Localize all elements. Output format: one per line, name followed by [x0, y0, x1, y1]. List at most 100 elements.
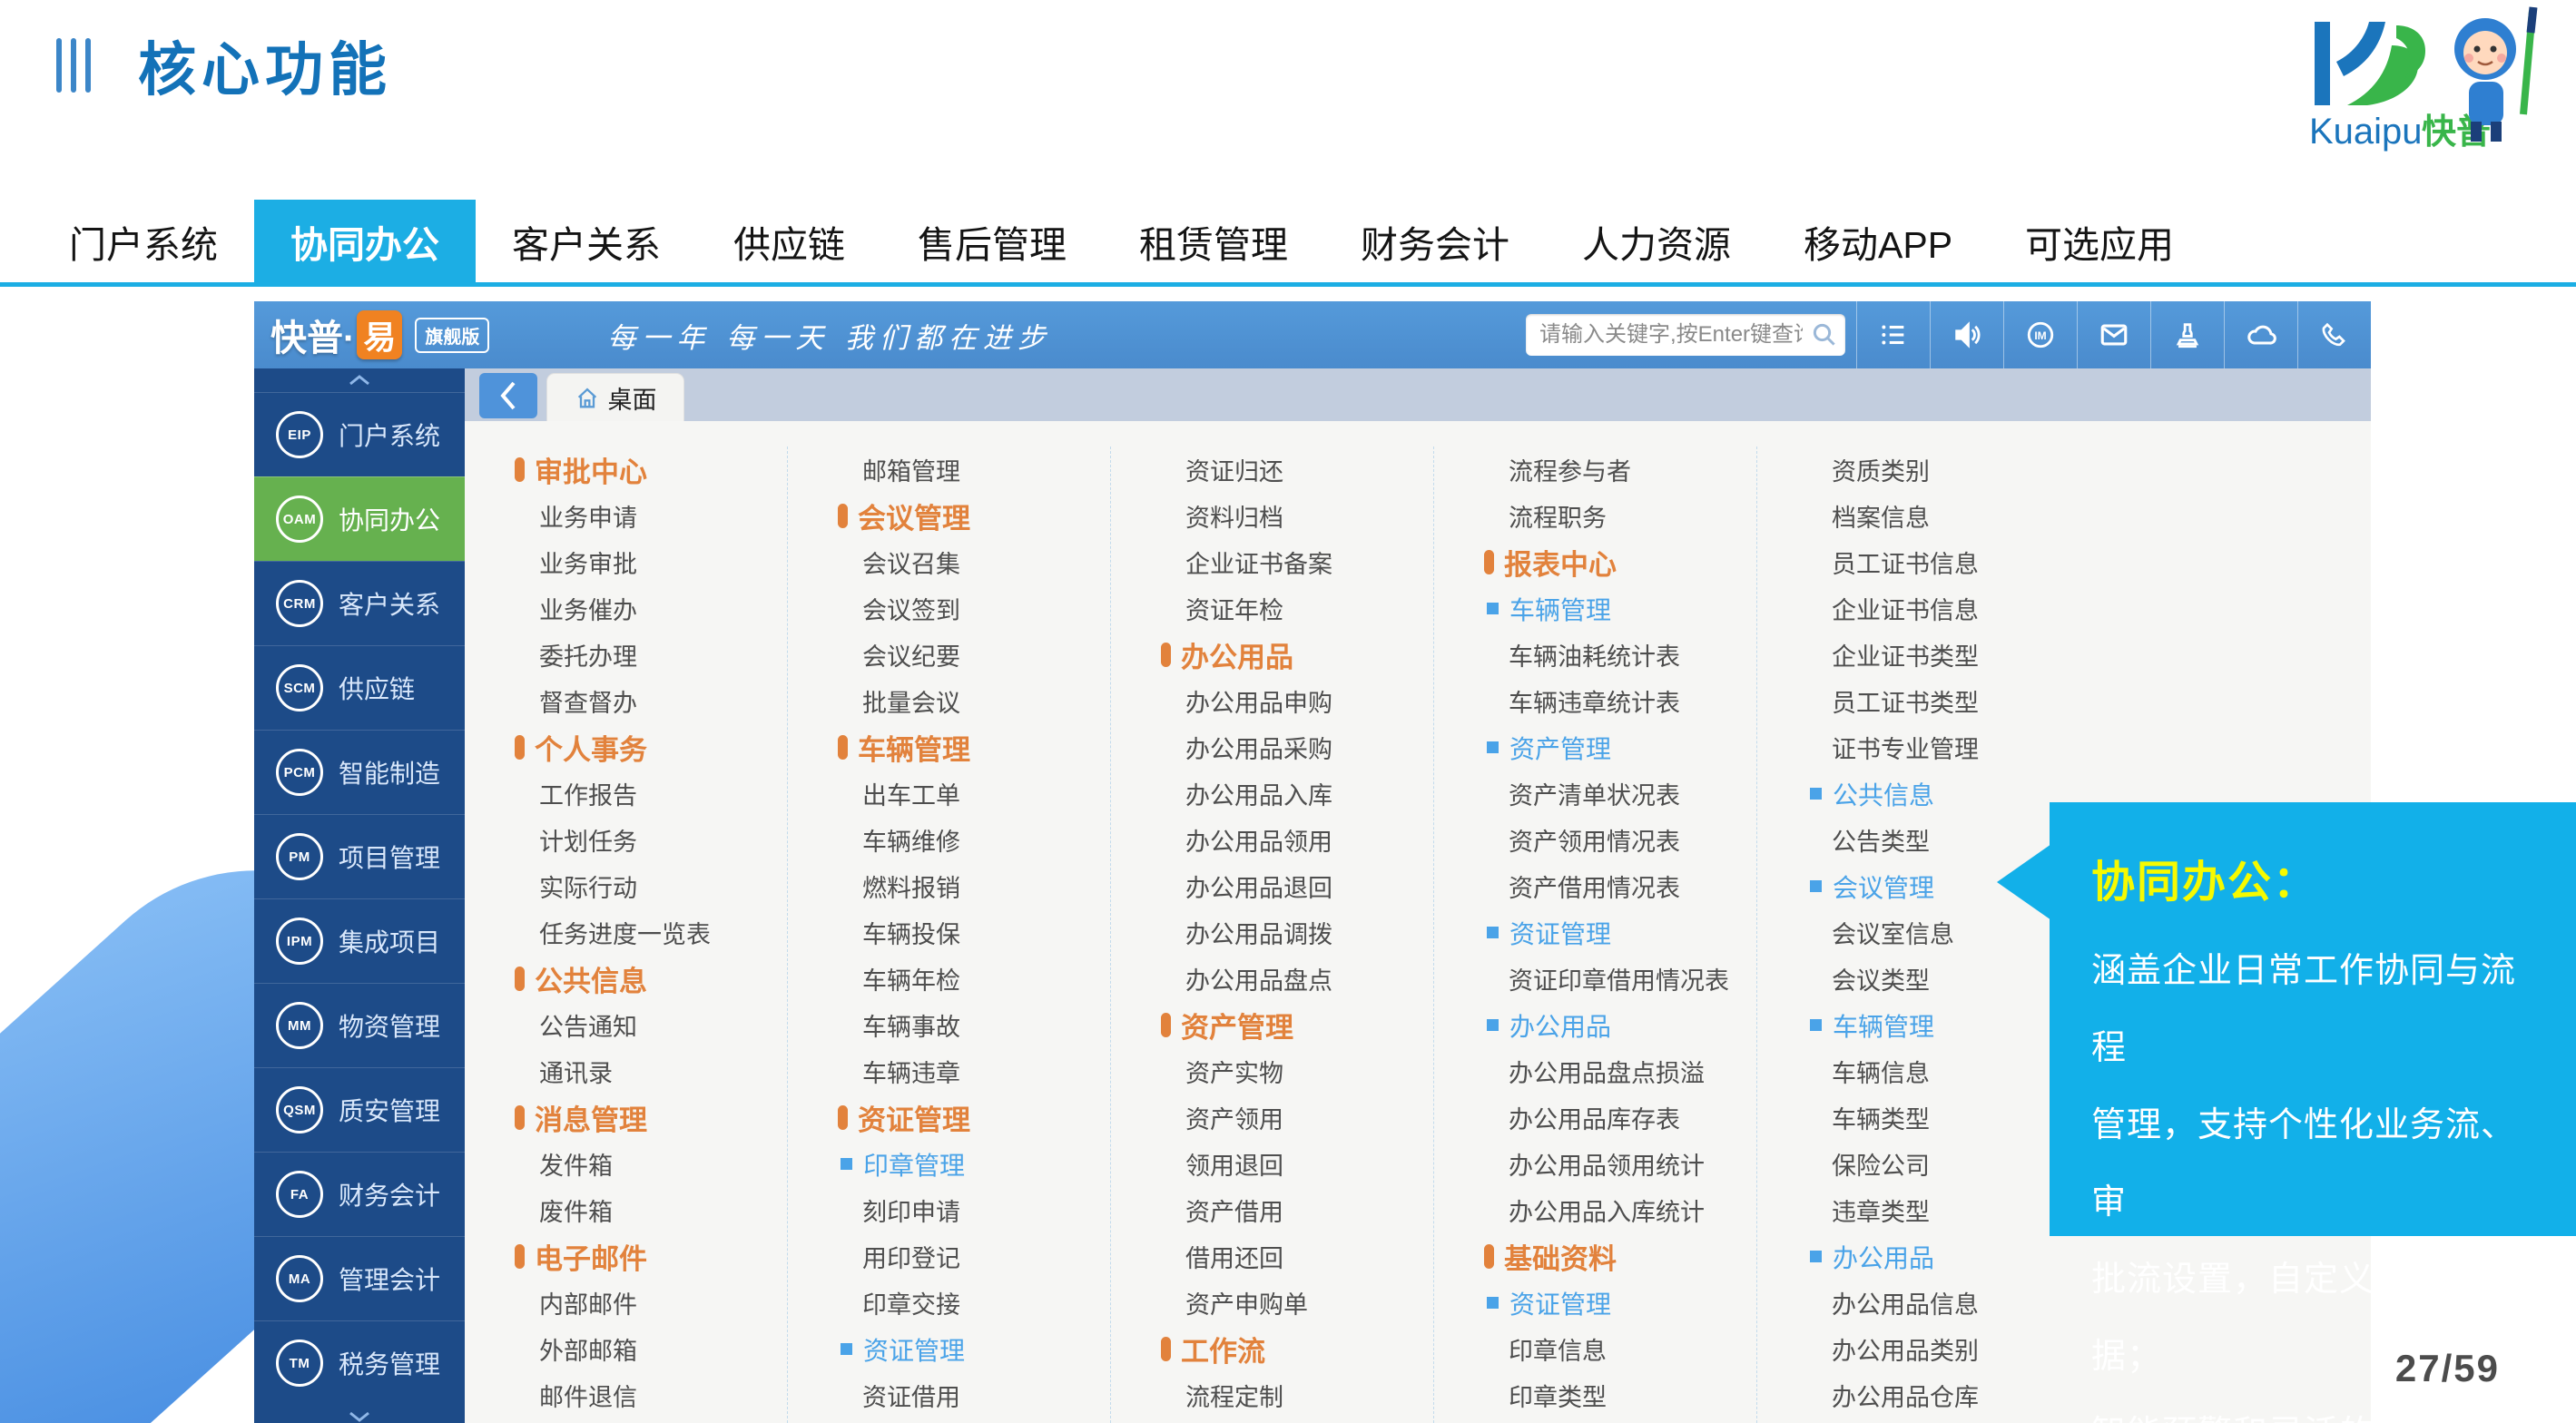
- menu-item[interactable]: 出车工单: [838, 770, 1110, 817]
- menu-item[interactable]: 用印登记: [838, 1233, 1110, 1280]
- sidebar-item-pcm[interactable]: PCM智能制造: [254, 730, 465, 814]
- menu-item[interactable]: 流程职务: [1484, 493, 1756, 539]
- menu-item[interactable]: 办公用品领用: [1161, 817, 1433, 863]
- menu-item[interactable]: 办公用品仓库: [1807, 1372, 2080, 1418]
- menu-item[interactable]: 任务进度一览表: [515, 909, 787, 956]
- menu-item[interactable]: 资产领用: [1161, 1094, 1433, 1141]
- menu-item[interactable]: 资料归档: [1161, 493, 1433, 539]
- tab-2[interactable]: 协同办公: [254, 200, 476, 282]
- menu-subheader[interactable]: 公共信息: [1807, 770, 2080, 817]
- menu-item[interactable]: 办公用品入库统计: [1484, 1187, 1756, 1233]
- menu-item[interactable]: 实际行动: [515, 863, 787, 909]
- menu-item[interactable]: 业务审批: [515, 539, 787, 585]
- list-icon[interactable]: [1856, 301, 1930, 368]
- menu-item[interactable]: 印章信息: [1484, 1326, 1756, 1372]
- im-icon[interactable]: IM: [2003, 301, 2077, 368]
- menu-item[interactable]: 员工证书类型: [1807, 678, 2080, 724]
- menu-item[interactable]: 会议类型: [1807, 956, 2080, 1002]
- menu-item[interactable]: 批量会议: [838, 678, 1110, 724]
- menu-item[interactable]: 领用退回: [1161, 1141, 1433, 1187]
- phone-icon[interactable]: [2297, 301, 2371, 368]
- menu-header[interactable]: 资证管理: [838, 1094, 1110, 1141]
- menu-item[interactable]: 资证印章借用情况表: [1484, 956, 1756, 1002]
- menu-item[interactable]: 资产清单状况表: [1484, 770, 1756, 817]
- tab-7[interactable]: 财务会计: [1324, 200, 1546, 282]
- menu-item[interactable]: 资产申购单: [1161, 1280, 1433, 1326]
- menu-item[interactable]: 资证借用: [838, 1372, 1110, 1418]
- menu-item[interactable]: 刻印申请: [838, 1187, 1110, 1233]
- tab-9[interactable]: 移动APP: [1767, 200, 1989, 282]
- menu-item[interactable]: 企业证书信息: [1807, 585, 2080, 632]
- menu-subheader[interactable]: 车辆管理: [1807, 1002, 2080, 1048]
- menu-header[interactable]: 办公用品: [1161, 632, 1433, 678]
- menu-item[interactable]: 车辆信息: [1807, 1048, 2080, 1094]
- menu-header[interactable]: 消息管理: [515, 1094, 787, 1141]
- menu-header[interactable]: 会议管理: [838, 493, 1110, 539]
- menu-item[interactable]: 计划任务: [515, 817, 787, 863]
- search-input[interactable]: [1538, 321, 1804, 348]
- cloud-icon[interactable]: [2224, 301, 2297, 368]
- menu-item[interactable]: 资产实物: [1161, 1048, 1433, 1094]
- menu-item[interactable]: 委托办理: [515, 632, 787, 678]
- menu-item[interactable]: 办公用品退回: [1161, 863, 1433, 909]
- menu-header[interactable]: 资产管理: [1161, 1002, 1433, 1048]
- menu-item[interactable]: 车辆维修: [838, 817, 1110, 863]
- sidebar-item-pm[interactable]: PM项目管理: [254, 814, 465, 898]
- stamp-icon[interactable]: [2150, 301, 2224, 368]
- menu-item[interactable]: 车辆违章: [838, 1048, 1110, 1094]
- chevron-up-icon[interactable]: [254, 368, 465, 392]
- search-icon[interactable]: [1811, 321, 1838, 353]
- menu-item[interactable]: 公告通知: [515, 1002, 787, 1048]
- tab-10[interactable]: 可选应用: [1989, 200, 2210, 282]
- menu-item[interactable]: 员工证书信息: [1807, 539, 2080, 585]
- menu-item[interactable]: 车辆事故: [838, 1002, 1110, 1048]
- menu-item[interactable]: 办公用品盘点: [1161, 956, 1433, 1002]
- mail-icon[interactable]: [2077, 301, 2150, 368]
- menu-header[interactable]: 个人事务: [515, 724, 787, 770]
- sidebar-item-mm[interactable]: MM物资管理: [254, 983, 465, 1067]
- menu-item[interactable]: 企业证书类型: [1807, 632, 2080, 678]
- menu-item[interactable]: 违章类型: [1807, 1187, 2080, 1233]
- menu-item[interactable]: 借用还回: [1161, 1233, 1433, 1280]
- sidebar-item-tm[interactable]: TM税务管理: [254, 1320, 465, 1405]
- menu-subheader[interactable]: 车辆管理: [1484, 585, 1756, 632]
- menu-subheader[interactable]: 办公用品: [1807, 1233, 2080, 1280]
- back-button[interactable]: [479, 373, 537, 418]
- menu-item[interactable]: 内部邮件: [515, 1280, 787, 1326]
- sidebar-item-scm[interactable]: SCM供应链: [254, 645, 465, 730]
- menu-header[interactable]: 基础资料: [1484, 1233, 1756, 1280]
- menu-item[interactable]: 车辆类型: [1807, 1094, 2080, 1141]
- menu-item[interactable]: 工作报告: [515, 770, 787, 817]
- menu-header[interactable]: 公共信息: [515, 956, 787, 1002]
- menu-header[interactable]: 工作流: [1161, 1326, 1433, 1372]
- sidebar-item-ipm[interactable]: IPM集成项目: [254, 898, 465, 983]
- menu-item[interactable]: 印章交接: [838, 1280, 1110, 1326]
- menu-item[interactable]: 会议纪要: [838, 632, 1110, 678]
- menu-item[interactable]: 外部邮箱: [515, 1326, 787, 1372]
- menu-subheader[interactable]: 印章管理: [838, 1141, 1110, 1187]
- menu-item[interactable]: 办公用品调拨: [1161, 909, 1433, 956]
- menu-item[interactable]: 办公用品盘点损溢: [1484, 1048, 1756, 1094]
- menu-item[interactable]: 邮箱管理: [838, 447, 1110, 493]
- menu-item[interactable]: 流程参与者: [1484, 447, 1756, 493]
- menu-item[interactable]: 资证归还: [1161, 447, 1433, 493]
- menu-subheader[interactable]: 资产管理: [1484, 724, 1756, 770]
- sidebar-item-eip[interactable]: EIP门户系统: [254, 392, 465, 476]
- chevron-down-icon[interactable]: [254, 1405, 465, 1423]
- menu-item[interactable]: 档案信息: [1807, 493, 2080, 539]
- menu-item[interactable]: 办公用品申购: [1161, 678, 1433, 724]
- menu-item[interactable]: 资产借用: [1161, 1187, 1433, 1233]
- menu-header[interactable]: 报表中心: [1484, 539, 1756, 585]
- tab-1[interactable]: 门户系统: [33, 200, 254, 282]
- menu-item[interactable]: 发件箱: [515, 1141, 787, 1187]
- speaker-icon[interactable]: [1930, 301, 2003, 368]
- menu-item[interactable]: 业务申请: [515, 493, 787, 539]
- menu-item[interactable]: 企业证书备案: [1161, 539, 1433, 585]
- menu-subheader[interactable]: 资证管理: [838, 1326, 1110, 1372]
- tab-desktop[interactable]: 桌面: [546, 373, 684, 422]
- sidebar-item-oam[interactable]: OAM协同办公: [254, 476, 465, 561]
- menu-item[interactable]: 车辆投保: [838, 909, 1110, 956]
- menu-item[interactable]: 通讯录: [515, 1048, 787, 1094]
- sidebar-item-qsm[interactable]: QSM质安管理: [254, 1067, 465, 1152]
- menu-item[interactable]: 邮件退信: [515, 1372, 787, 1418]
